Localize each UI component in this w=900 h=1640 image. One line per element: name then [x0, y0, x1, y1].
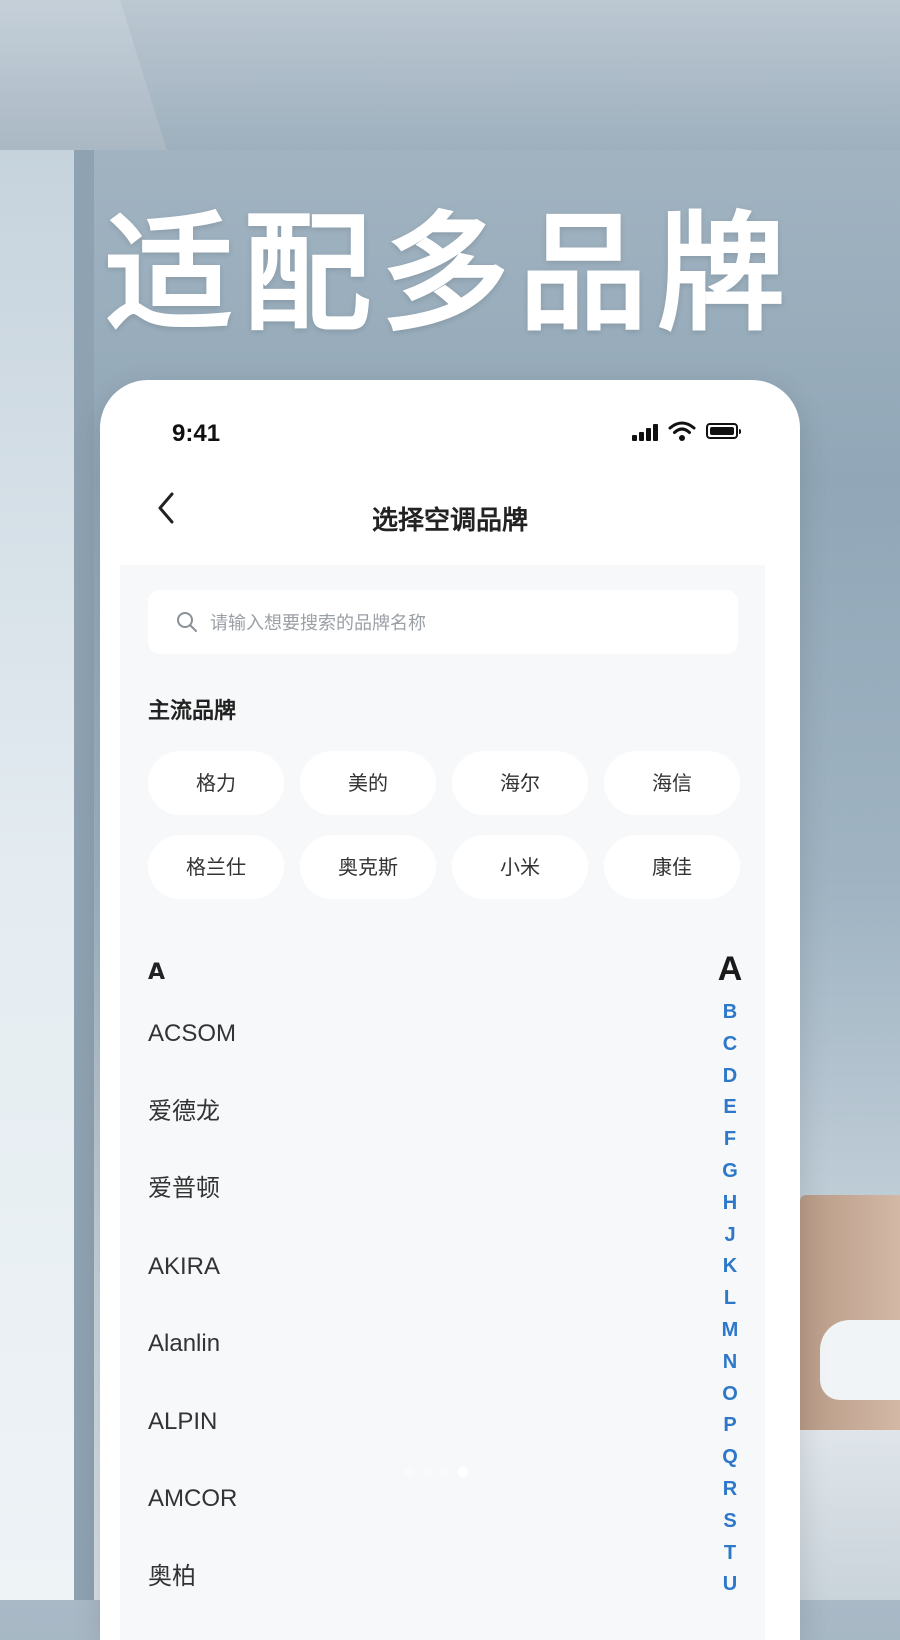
status-time: 9:41	[172, 420, 221, 447]
index-letter[interactable]: O	[712, 1379, 748, 1411]
index-letter[interactable]: D	[712, 1061, 748, 1093]
nav-bar: 选择空调品牌	[100, 470, 800, 555]
brand-list-item[interactable]: 爱德龙	[148, 1073, 688, 1151]
brand-list-item[interactable]: AKIRA	[148, 1228, 688, 1306]
index-letter[interactable]: P	[712, 1410, 748, 1442]
brand-list-item[interactable]: Alanlin	[148, 1305, 688, 1383]
index-letter[interactable]: S	[712, 1506, 748, 1538]
brand-chip[interactable]: 美的	[300, 751, 436, 815]
promo-headline: 适配多品牌	[104, 200, 795, 349]
brand-list-item[interactable]: 奥柏	[148, 1538, 688, 1616]
index-letter[interactable]: C	[712, 1029, 748, 1061]
search-icon	[177, 612, 197, 632]
index-letter-active[interactable]: A	[712, 950, 748, 989]
index-letter[interactable]: E	[712, 1092, 748, 1124]
brand-chip[interactable]: 康佳	[604, 835, 740, 899]
index-letter[interactable]: H	[712, 1188, 748, 1220]
background-window-frame	[74, 150, 94, 1600]
brand-chip[interactable]: 格力	[148, 751, 284, 815]
index-letter[interactable]: G	[712, 1156, 748, 1188]
search-input[interactable]: 请输入想要搜索的品牌名称	[148, 590, 738, 654]
index-letter[interactable]: B	[712, 997, 748, 1029]
index-letter[interactable]: J	[712, 1220, 748, 1252]
brand-group-letter: A	[148, 960, 166, 985]
page-title: 选择空调品牌	[371, 506, 528, 536]
brand-list: ACSOM 爱德龙 爱普顿 AKIRA Alanlin ALPIN AMCOR …	[148, 995, 688, 1615]
index-letter[interactable]: N	[712, 1347, 748, 1379]
background-ceiling-edge	[120, 0, 900, 150]
brand-list-item[interactable]: ACSOM	[148, 995, 688, 1073]
index-letter[interactable]: R	[712, 1474, 748, 1506]
brand-chip[interactable]: 格兰仕	[148, 835, 284, 899]
brand-chip[interactable]: 奥克斯	[300, 835, 436, 899]
page-indicator	[400, 1462, 472, 1481]
main-brands-title: 主流品牌	[148, 699, 237, 724]
index-letter[interactable]: Q	[712, 1442, 748, 1474]
page-dot	[404, 1467, 414, 1477]
index-letters: B C D E F G H J K L M N O P Q R S T U	[712, 997, 748, 1601]
signal-icon	[632, 423, 662, 441]
phone-screen: 9:41 选择空调品牌 请输入想要搜索的品牌名称 主流品牌 格力 美的 海尔 海…	[100, 380, 800, 1640]
brand-list-item[interactable]: ALPIN	[148, 1383, 688, 1461]
page-dot	[440, 1467, 450, 1477]
index-letter[interactable]: L	[712, 1283, 748, 1315]
brand-chip[interactable]: 海信	[604, 751, 740, 815]
status-bar: 9:41	[100, 380, 800, 470]
index-letter[interactable]: F	[712, 1124, 748, 1156]
battery-icon	[706, 423, 741, 439]
background-bed	[790, 1430, 900, 1600]
brand-chip[interactable]: 小米	[452, 835, 588, 899]
page-dot	[422, 1467, 432, 1477]
index-letter[interactable]: M	[712, 1315, 748, 1347]
index-letter[interactable]: K	[712, 1251, 748, 1283]
index-letter[interactable]: U	[712, 1569, 748, 1601]
background-pillow	[820, 1320, 900, 1400]
page-dot-active	[458, 1467, 468, 1477]
brand-list-item[interactable]: 爱普顿	[148, 1150, 688, 1228]
wifi-icon	[668, 421, 696, 441]
brand-chip[interactable]: 海尔	[452, 751, 588, 815]
search-placeholder: 请输入想要搜索的品牌名称	[210, 613, 426, 634]
index-letter[interactable]: T	[712, 1538, 748, 1570]
